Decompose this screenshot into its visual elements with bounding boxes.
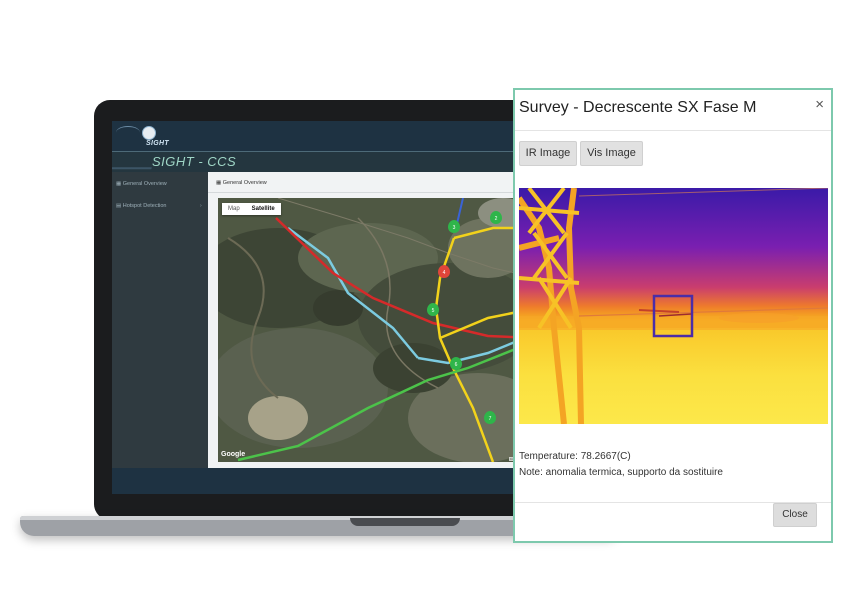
map-icon: ▦ <box>216 180 222 186</box>
map-marker-label: 6 <box>455 362 458 368</box>
vis-image-button[interactable]: Vis Image <box>580 141 643 166</box>
app-title: SIGHT - CCS <box>152 154 237 169</box>
main-content: ▦ General Overview 3 2 4 5 6 7 Map Satel… <box>208 172 537 468</box>
sidebar: ▦ General Overview ▤ Hotspot Detection › <box>112 172 208 468</box>
title-ghost: ▁▁▁▁ <box>112 154 152 169</box>
panel-divider <box>208 192 537 193</box>
document-icon: ▤ <box>116 203 122 209</box>
satellite-map[interactable]: 3 2 4 5 6 7 Map Satellite Google <box>218 198 537 462</box>
map-type-map-button[interactable]: Map <box>222 203 246 215</box>
laptop-notch <box>350 518 460 526</box>
app-footer <box>112 468 537 494</box>
panel-header: ▦ General Overview <box>216 180 267 186</box>
map-icon: ▦ <box>116 181 122 187</box>
sidebar-item-label: Hotspot Detection <box>122 203 167 209</box>
temperature-text: Temperature: 78.2667(C) <box>519 451 631 462</box>
globe-logo-icon <box>142 126 156 140</box>
modal-title: Survey - Decrescente SX Fase M <box>519 99 757 116</box>
note-text: Note: anomalia termica, supporto da sost… <box>519 467 723 478</box>
sidebar-item-general-overview[interactable]: ▦ General Overview <box>116 181 167 187</box>
map-type-toggle: Map Satellite <box>222 203 281 215</box>
map-marker-label: 3 <box>453 225 456 231</box>
map-marker-label: 5 <box>432 308 435 314</box>
laptop-screen: SIGHT ▁▁▁▁ SIGHT - CCS ▦ General Overvie… <box>112 121 537 494</box>
map-marker-label: 4 <box>443 270 446 276</box>
title-bar: ▁▁▁▁ SIGHT - CCS <box>112 151 537 172</box>
chevron-right-icon: › <box>200 203 202 209</box>
close-icon[interactable]: × <box>815 96 824 113</box>
ir-image-button[interactable]: IR Image <box>519 141 577 166</box>
close-button[interactable]: Close <box>773 503 817 527</box>
map-marker[interactable]: 2 <box>490 211 502 224</box>
modal-header-divider <box>515 130 831 131</box>
survey-modal: Survey - Decrescente SX Fase M × IR Imag… <box>513 88 833 543</box>
map-type-satellite-button[interactable]: Satellite <box>246 203 281 215</box>
app-header: SIGHT <box>112 121 537 151</box>
sidebar-item-label: General Overview <box>122 181 167 187</box>
logo-text: SIGHT <box>146 140 169 147</box>
map-marker[interactable]: 4 <box>438 265 450 278</box>
sidebar-item-hotspot-detection[interactable]: ▤ Hotspot Detection <box>116 203 166 209</box>
map-marker-label: 2 <box>495 216 498 222</box>
logo-swoosh-icon <box>116 126 140 139</box>
map-marker[interactable]: 7 <box>484 411 496 424</box>
map-marker[interactable]: 3 <box>448 220 460 233</box>
thermal-image-canvas <box>519 188 828 424</box>
panel-title: General Overview <box>222 180 267 186</box>
google-logo: Google <box>221 451 246 458</box>
map-marker[interactable]: 6 <box>450 357 462 370</box>
map-marker-label: 7 <box>489 416 492 422</box>
map-markers: 3 2 4 5 6 7 <box>427 211 502 424</box>
thermal-image <box>519 188 828 424</box>
map-marker[interactable]: 5 <box>427 303 439 316</box>
